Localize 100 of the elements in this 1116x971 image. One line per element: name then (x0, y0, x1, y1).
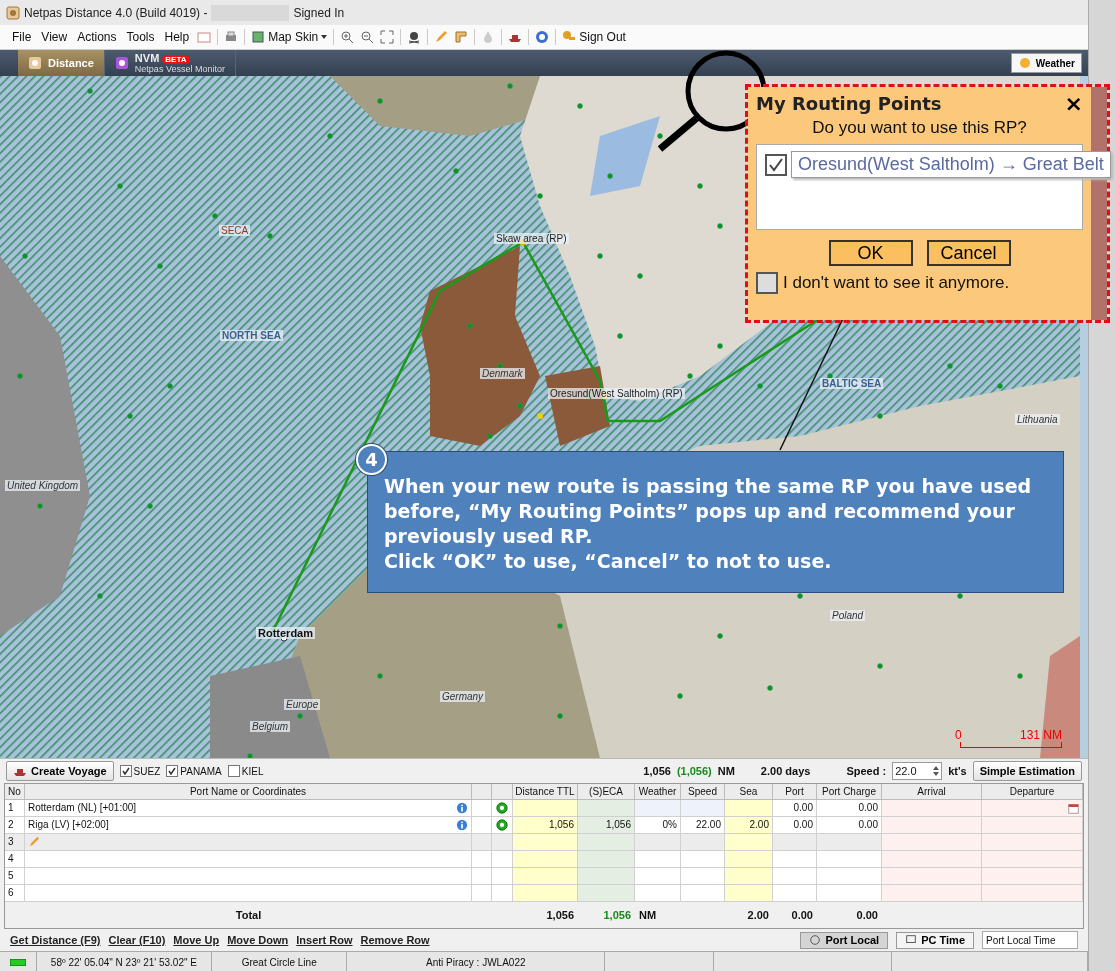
checkbox[interactable] (227, 765, 240, 777)
table-cell (681, 851, 725, 868)
total-unit: NM (638, 908, 658, 923)
port-dot (1017, 673, 1023, 679)
voyage-days: 2.00 days (760, 765, 811, 777)
routing-point-item[interactable]: Oresund(West Saltholm) → Great Belt (791, 151, 1111, 178)
monitor-icon (905, 934, 918, 946)
table-cell: Riga (LV) [+02:00] (25, 817, 472, 834)
table-cell (492, 885, 513, 902)
port-dot (617, 333, 623, 339)
scale-label: 131 NM (1020, 728, 1063, 742)
sign-out-button[interactable]: Sign Out (562, 30, 626, 44)
tab[interactable]: Distance (18, 50, 105, 76)
action-link[interactable]: Clear (F10) (108, 934, 166, 946)
mail-icon (197, 30, 212, 44)
table-cell (513, 834, 578, 851)
close-button[interactable]: × (1064, 91, 1083, 116)
help-icon (535, 30, 550, 44)
map-label: Belgium (250, 721, 291, 732)
menu-item[interactable]: File (10, 30, 34, 44)
port-dot (657, 133, 663, 139)
window-title: Netpas Distance 4.0 (Build 4019) - (24, 5, 208, 20)
map-label: Skaw area (RP) (494, 233, 569, 244)
action-link[interactable]: Remove Row (360, 934, 430, 946)
simple-estimation-button[interactable]: Simple Estimation (972, 761, 1082, 781)
table-cell (578, 800, 635, 817)
table-cell: 0.00 (773, 800, 817, 817)
speed-unit: kt's (948, 765, 967, 777)
table-cell (635, 834, 681, 851)
check-icon (168, 767, 177, 775)
port-dot (537, 193, 543, 199)
fit-icon (380, 30, 395, 44)
action-link[interactable]: Insert Row (296, 934, 353, 946)
time-mode-button[interactable]: PC Time (896, 931, 974, 949)
action-link[interactable]: Get Distance (F9) (10, 934, 101, 946)
total-port-charge: 0.00 (855, 908, 879, 923)
table-cell (472, 885, 492, 902)
table-cell (725, 868, 773, 885)
create-voyage-button[interactable]: Create Voyage (6, 761, 114, 781)
port-dot (87, 88, 93, 94)
action-link[interactable]: Move Up (173, 934, 220, 946)
menu-item[interactable]: Help (162, 30, 192, 44)
menu-item[interactable]: Tools (124, 30, 157, 44)
table-cell (578, 851, 635, 868)
map-skin-menu[interactable]: Map Skin (251, 30, 328, 44)
table-cell (725, 851, 773, 868)
port-dot (947, 363, 953, 369)
zoom-in-icon (340, 30, 355, 44)
column-header: (S)ECA (578, 784, 635, 800)
time-mode-button[interactable]: Port Local (800, 931, 889, 949)
port-dot (717, 223, 723, 229)
column-header: Port Charge (817, 784, 882, 800)
port-dot (717, 633, 723, 639)
eca-distance: (1,056) (676, 765, 712, 777)
checkbox[interactable] (119, 765, 132, 777)
table-cell (681, 834, 725, 851)
column-header: Port Name or Coordinates (25, 784, 472, 800)
checkbox-label: PANAMA (180, 765, 222, 777)
table-cell (578, 834, 635, 851)
table-cell (817, 868, 882, 885)
table-cell (513, 868, 578, 885)
table-cell (635, 868, 681, 885)
table-cell (773, 851, 817, 868)
table-cell (492, 851, 513, 868)
callout-text: When your new route is passing the same RP you have used before, “My Routing Points” pops up and recommend your previously used RP. (384, 474, 1033, 549)
checkbox[interactable] (765, 153, 787, 176)
action-link[interactable]: Move Down (227, 934, 289, 946)
menu-item[interactable]: Actions (75, 30, 119, 44)
port-dot (517, 403, 523, 409)
port-dot (377, 98, 383, 104)
port-dot (757, 383, 763, 389)
dialog-button[interactable]: OK (828, 240, 913, 266)
speed-field[interactable]: 22.0 (892, 762, 943, 780)
column-header: Speed (681, 784, 725, 800)
port-dot (497, 363, 503, 369)
checkbox[interactable] (166, 765, 179, 777)
print-icon (224, 30, 239, 44)
clock-icon (809, 934, 822, 946)
connection-led-icon (9, 958, 26, 966)
table-cell (578, 868, 635, 885)
table-cell: Rotterdam (NL) [+01:00] (25, 800, 472, 817)
port-dot (557, 623, 563, 629)
beta-badge: BETA (162, 55, 190, 64)
weather-button[interactable]: Weather (1010, 53, 1082, 73)
check-icon (121, 767, 130, 775)
total-sea: 2.00 (746, 908, 770, 923)
port-dot (557, 713, 563, 719)
column-header: Distance TTL (513, 784, 578, 800)
table-cell (725, 885, 773, 902)
checkbox[interactable] (756, 272, 778, 294)
table-cell (681, 800, 725, 817)
checkbox-label: I don't want to see it anymore. (783, 273, 1010, 293)
time-field[interactable]: Port Local Time (982, 931, 1078, 949)
menu-item[interactable]: View (39, 30, 70, 44)
distance-total: 1,056 (643, 765, 671, 777)
column-header: Departure (982, 784, 1083, 800)
dialog-title: My Routing Points (756, 93, 942, 114)
dialog-button[interactable]: Cancel (926, 240, 1011, 266)
port-dot (997, 383, 1003, 389)
table-cell: 0.00 (817, 800, 882, 817)
